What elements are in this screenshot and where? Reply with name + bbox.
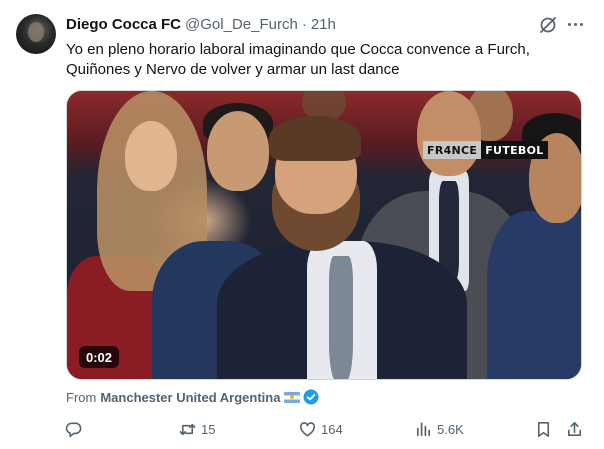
audience-person xyxy=(487,211,581,379)
tweet-text: Yo en pleno horario laboral imaginando q… xyxy=(66,41,530,78)
heart-icon xyxy=(300,421,315,436)
video-attribution: From Manchester United Argentina xyxy=(66,388,319,406)
retweet-icon xyxy=(179,423,196,435)
tweet-actions: 15 164 5.6K xyxy=(60,414,590,444)
user-handle[interactable]: @Gol_De_Furch xyxy=(185,16,298,33)
retweet-count: 15 xyxy=(201,421,216,437)
grok-icon[interactable] xyxy=(538,15,558,35)
share-button[interactable] xyxy=(565,414,584,444)
attribution-source-link[interactable]: Manchester United Argentina xyxy=(100,390,280,405)
video-duration-badge: 0:02 xyxy=(79,346,120,368)
reply-icon xyxy=(65,422,82,437)
display-name[interactable]: Diego Cocca FC xyxy=(66,16,181,33)
watermark-left: FR4NCE xyxy=(423,141,482,159)
like-count: 164 xyxy=(321,421,343,437)
audience-person xyxy=(125,121,177,191)
watermark-right: FUTEBOL xyxy=(481,141,548,159)
argentina-flag-icon xyxy=(284,391,301,403)
tweet-header: Diego Cocca FC @Gol_De_Furch · 21h xyxy=(66,14,336,34)
main-person xyxy=(269,116,361,161)
bookmark-button[interactable] xyxy=(534,414,553,444)
channel-watermark: FR4NCE FUTEBOL xyxy=(423,141,548,159)
timestamp[interactable]: 21h xyxy=(311,16,336,33)
views-count: 5.6K xyxy=(437,421,464,437)
audience-person xyxy=(207,111,269,191)
separator-dot: · xyxy=(301,15,307,33)
reply-button[interactable] xyxy=(64,414,87,444)
audience-person xyxy=(417,91,481,176)
avatar[interactable] xyxy=(16,14,56,54)
attribution-from-label: From xyxy=(66,389,97,405)
bookmark-icon xyxy=(537,421,550,437)
video-player[interactable]: FR4NCE FUTEBOL 0:02 xyxy=(66,90,582,380)
more-options-icon[interactable] xyxy=(564,13,586,35)
like-button[interactable]: 164 xyxy=(298,414,343,444)
tweet-card[interactable]: Diego Cocca FC @Gol_De_Furch · 21h Yo en… xyxy=(0,0,604,449)
verified-badge-icon xyxy=(303,389,319,405)
retweet-button[interactable]: 15 xyxy=(178,414,215,444)
views-chart-icon xyxy=(416,421,431,436)
main-person xyxy=(329,256,353,379)
views-button[interactable]: 5.6K xyxy=(414,414,464,444)
share-icon xyxy=(567,421,582,436)
